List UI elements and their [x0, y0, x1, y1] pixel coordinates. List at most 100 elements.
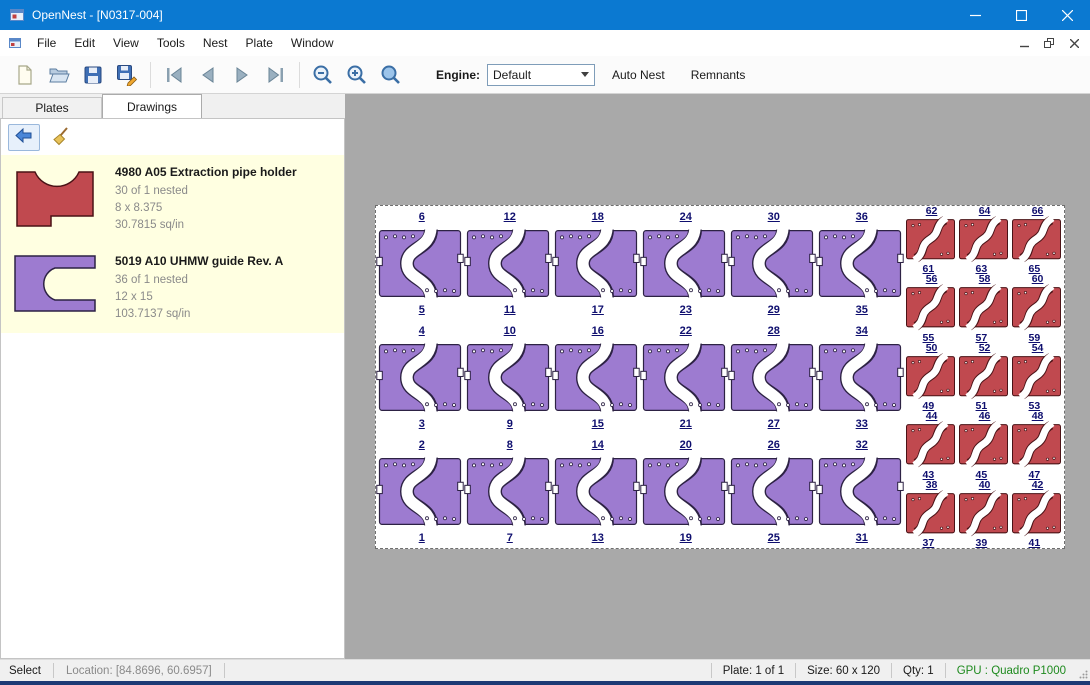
menu-item-nest[interactable]: Nest: [194, 31, 237, 55]
part-number: 16: [592, 325, 604, 337]
purple-part-pair[interactable]: 2625: [728, 434, 816, 548]
part-number: 17: [592, 304, 604, 316]
purple-part-pair[interactable]: 1615: [552, 320, 640, 434]
mdi-close-button[interactable]: [1064, 34, 1084, 52]
purple-part-pair[interactable]: 2019: [640, 434, 728, 548]
last-plate-button[interactable]: [259, 60, 293, 90]
auto-nest-button[interactable]: Auto Nest: [603, 62, 674, 88]
save-as-button[interactable]: [110, 60, 144, 90]
purple-part-pair[interactable]: 65: [376, 206, 464, 320]
purple-part-pair[interactable]: 3231: [816, 434, 904, 548]
maximize-button[interactable]: [998, 0, 1044, 30]
red-part-pair[interactable]: 4039: [957, 480, 1010, 548]
red-part-pair[interactable]: 6261: [904, 206, 957, 274]
drawing-list-item[interactable]: 5019 A10 UHMW guide Rev. A 36 of 1 neste…: [1, 244, 344, 333]
part-thumbnail: [7, 162, 103, 234]
red-part-pair[interactable]: 5049: [904, 343, 957, 411]
nest-canvas[interactable]: 6512111817242330293635431091615222128273…: [345, 94, 1090, 659]
new-button[interactable]: [8, 60, 42, 90]
part-number: 4: [419, 325, 425, 337]
drawing-nested-count: 36 of 1 nested: [115, 272, 283, 289]
drawing-title: 5019 A10 UHMW guide Rev. A: [115, 254, 283, 268]
purple-part-pair[interactable]: 3433: [816, 320, 904, 434]
red-part-pair[interactable]: 6665: [1010, 206, 1063, 274]
save-button[interactable]: [76, 60, 110, 90]
zoom-in-button[interactable]: [340, 60, 374, 90]
next-plate-button[interactable]: [225, 60, 259, 90]
main-toolbar: Engine: Default Auto Nest Remnants: [0, 56, 1090, 94]
part-number: 30: [768, 211, 780, 223]
first-plate-button[interactable]: [157, 60, 191, 90]
red-part-pair[interactable]: 4847: [1010, 411, 1063, 479]
part-shape: [464, 206, 552, 320]
mdi-minimize-button[interactable]: [1014, 34, 1034, 52]
red-part-pair[interactable]: 4645: [957, 411, 1010, 479]
part-number: 31: [856, 532, 868, 544]
purple-part-pair[interactable]: 1211: [464, 206, 552, 320]
red-part-pair[interactable]: 4241: [1010, 480, 1063, 548]
part-number: 13: [592, 532, 604, 544]
engine-select[interactable]: Default: [487, 64, 595, 86]
tab-plates[interactable]: Plates: [2, 97, 102, 118]
part-number: 18: [592, 211, 604, 223]
red-part-pair[interactable]: 6059: [1010, 274, 1063, 342]
red-part-pair[interactable]: 5251: [957, 343, 1010, 411]
back-arrow-button[interactable]: [8, 124, 40, 151]
purple-part-pair[interactable]: 2827: [728, 320, 816, 434]
part-number: 14: [592, 439, 604, 451]
part-shape: [464, 320, 552, 434]
resize-grip[interactable]: [1077, 660, 1090, 681]
drawing-list-item[interactable]: 4980 A05 Extraction pipe holder 30 of 1 …: [1, 155, 344, 244]
part-shape: [552, 434, 640, 548]
clean-button[interactable]: [45, 124, 77, 151]
part-number: 62: [926, 205, 938, 217]
purple-part-pair[interactable]: 2221: [640, 320, 728, 434]
part-shape: [728, 434, 816, 548]
part-number: 3: [419, 418, 425, 430]
purple-part-pair[interactable]: 2423: [640, 206, 728, 320]
tab-drawings[interactable]: Drawings: [102, 94, 202, 118]
part-number: 19: [680, 532, 692, 544]
content-area: Plates Drawings: [0, 94, 1090, 659]
mdi-restore-button[interactable]: [1039, 34, 1059, 52]
purple-part-pair[interactable]: 21: [376, 434, 464, 548]
part-shape: [376, 434, 464, 548]
menu-item-edit[interactable]: Edit: [65, 31, 104, 55]
menu-item-window[interactable]: Window: [282, 31, 343, 55]
previous-plate-button[interactable]: [191, 60, 225, 90]
menu-item-tools[interactable]: Tools: [148, 31, 194, 55]
remnants-button[interactable]: Remnants: [682, 62, 755, 88]
menu-item-file[interactable]: File: [28, 31, 65, 55]
menu-item-view[interactable]: View: [104, 31, 148, 55]
red-part-pair[interactable]: 5655: [904, 274, 957, 342]
menu-item-plate[interactable]: Plate: [237, 31, 282, 55]
purple-part-pair[interactable]: 43: [376, 320, 464, 434]
zoom-out-button[interactable]: [306, 60, 340, 90]
part-number: 2: [419, 439, 425, 451]
part-shape: [640, 434, 728, 548]
part-number: 29: [768, 304, 780, 316]
close-button[interactable]: [1044, 0, 1090, 30]
purple-part-pair[interactable]: 14 13: [552, 434, 640, 548]
minimize-button[interactable]: [952, 0, 998, 30]
purple-part-pair[interactable]: 109: [464, 320, 552, 434]
part-shape: [552, 206, 640, 320]
red-part-pair[interactable]: 4443: [904, 411, 957, 479]
part-shape: [376, 206, 464, 320]
open-button[interactable]: [42, 60, 76, 90]
status-qty: Qty: 1: [892, 665, 945, 677]
part-number: 50: [926, 342, 938, 354]
purple-part-pair[interactable]: 3635: [816, 206, 904, 320]
plate[interactable]: 6512111817242330293635431091615222128273…: [375, 205, 1065, 549]
zoom-fit-button[interactable]: [374, 60, 408, 90]
purple-part-pair[interactable]: 1817: [552, 206, 640, 320]
red-part-pair[interactable]: 5453: [1010, 343, 1063, 411]
part-number: 42: [1032, 479, 1044, 491]
opennest-window: OpenNest - [N0317-004] File Edit View To…: [0, 0, 1090, 685]
red-part-pair[interactable]: 5857: [957, 274, 1010, 342]
mdi-child-icon[interactable]: [8, 36, 22, 50]
purple-part-pair[interactable]: 30 29: [728, 206, 816, 320]
red-part-pair[interactable]: 6463: [957, 206, 1010, 274]
purple-part-pair[interactable]: 87: [464, 434, 552, 548]
red-part-pair[interactable]: 3837: [904, 480, 957, 548]
